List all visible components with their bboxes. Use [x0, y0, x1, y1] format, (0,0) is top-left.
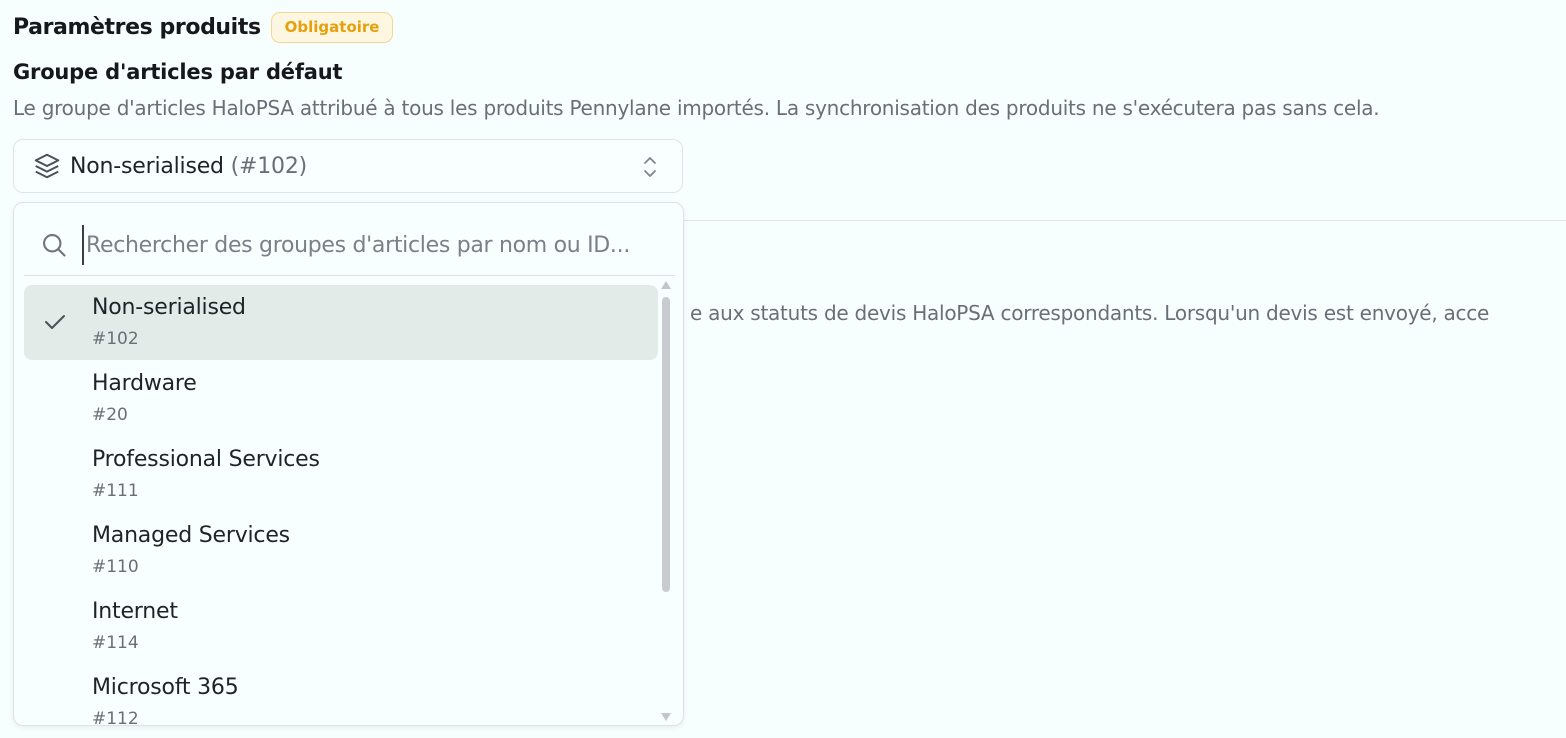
- option-id: #20: [92, 405, 128, 425]
- list-item[interactable]: Managed Services #110: [24, 513, 658, 588]
- scroll-down-arrow-icon[interactable]: [661, 713, 671, 721]
- select-value-id: (#102): [230, 153, 308, 179]
- list-item[interactable]: Non-serialised #102: [24, 285, 658, 360]
- select-value: Non-serialised (#102): [70, 154, 307, 179]
- option-name: Internet: [92, 599, 178, 624]
- chevron-up-down-icon: [644, 157, 656, 177]
- required-badge: Obligatoire: [270, 12, 394, 43]
- select-value-name: Non-serialised: [70, 153, 224, 179]
- item-group-dropdown: Non-serialised #102 Hardware #20 Profess…: [13, 202, 684, 726]
- layers-icon: [34, 153, 60, 179]
- scroll-thumb[interactable]: [662, 297, 670, 592]
- option-id: #111: [92, 481, 139, 501]
- option-name: Microsoft 365: [92, 675, 239, 700]
- item-group-select[interactable]: Non-serialised (#102): [13, 139, 683, 193]
- options-list: Non-serialised #102 Hardware #20 Profess…: [24, 285, 658, 726]
- option-name: Professional Services: [92, 447, 320, 472]
- section-title: Paramètres produits: [13, 15, 261, 40]
- list-item[interactable]: Hardware #20: [24, 361, 658, 436]
- section-divider: [684, 220, 1566, 221]
- option-name: Hardware: [92, 371, 197, 396]
- section-header: Paramètres produits Obligatoire: [13, 12, 394, 43]
- option-id: #114: [92, 633, 139, 653]
- option-id: #110: [92, 557, 139, 577]
- search-input[interactable]: [82, 225, 666, 265]
- check-icon: [45, 315, 65, 329]
- option-id: #102: [92, 329, 139, 349]
- list-item[interactable]: Professional Services #111: [24, 437, 658, 512]
- option-name: Non-serialised: [92, 295, 246, 320]
- search-icon: [43, 234, 66, 257]
- list-item[interactable]: Internet #114: [24, 589, 658, 664]
- background-description: e aux statuts de devis HaloPSA correspon…: [690, 301, 1490, 325]
- settings-page: Paramètres produits Obligatoire Groupe d…: [0, 0, 1566, 738]
- option-name: Managed Services: [92, 523, 290, 548]
- scroll-up-arrow-icon[interactable]: [661, 281, 671, 289]
- option-id: #112: [92, 709, 139, 726]
- list-item[interactable]: Microsoft 365 #112: [24, 665, 658, 726]
- field-label: Groupe d'articles par défaut: [13, 60, 343, 84]
- field-description: Le groupe d'articles HaloPSA attribué à …: [13, 96, 1380, 120]
- dropdown-search: [24, 203, 675, 276]
- dropdown-scrollbar[interactable]: [658, 279, 674, 725]
